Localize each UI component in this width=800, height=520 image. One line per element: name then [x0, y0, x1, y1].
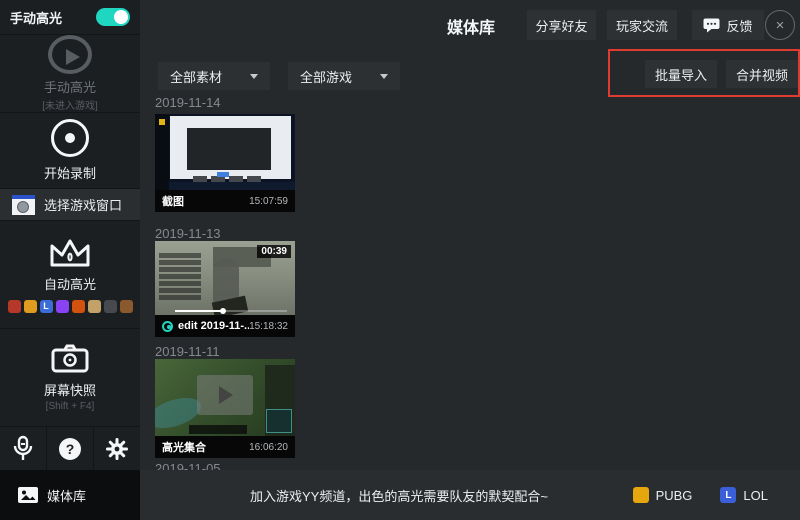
card-caption: edit 2019-11-... 15:18:32: [155, 315, 295, 337]
manual-highlight-label: 手动高光: [43, 80, 96, 95]
sidebar: 手动高光 手动高光 [未进入游戏] 开始录制 选择游戏窗口 自动高光 L 屏幕快…: [0, 0, 140, 470]
game-icon-crossfire: [71, 300, 85, 313]
supported-games-row: L: [7, 300, 133, 313]
tab-media-library[interactable]: 媒体库: [0, 470, 140, 520]
media-card-screenshot[interactable]: 截图 15:07:59: [155, 114, 295, 212]
auto-highlight-label: 自动高光: [43, 277, 96, 292]
footer-game-badges: PUBG L LOL: [632, 487, 800, 503]
media-time: 15:18:32: [249, 320, 288, 332]
progress-bar: [175, 308, 287, 314]
camera-icon: [51, 344, 89, 373]
material-filter-dropdown[interactable]: 全部素材: [158, 62, 270, 90]
gear-icon: [106, 437, 128, 460]
share-friends-button[interactable]: 分享好友: [527, 10, 596, 40]
merge-video-button[interactable]: 合并视频: [726, 60, 798, 88]
badge-lol[interactable]: L LOL: [720, 487, 768, 503]
game-icon-hearthstone: [87, 300, 101, 313]
badge-pubg[interactable]: PUBG: [632, 487, 693, 503]
media-time: 15:07:59: [249, 195, 288, 207]
chevron-down-icon: [380, 73, 388, 79]
pubg-icon: [632, 487, 649, 503]
game-filter-value: 全部游戏: [300, 69, 353, 85]
play-overlay-icon: [197, 375, 253, 415]
player-chat-button[interactable]: 玩家交流: [607, 10, 677, 40]
microphone-icon: [13, 435, 33, 460]
media-title: 高光集合: [162, 442, 206, 454]
microphone-button[interactable]: [0, 427, 46, 470]
game-icon-unknown: [103, 300, 117, 313]
manual-highlight-toggle-row: 手动高光: [0, 0, 140, 34]
chevron-down-icon: [250, 73, 258, 79]
minimap: [266, 409, 292, 433]
card-caption: 截图 15:07:59: [155, 190, 295, 212]
duration-badge: 00:39: [257, 245, 291, 258]
start-record-label: 开始录制: [43, 166, 96, 181]
settings-button[interactable]: [93, 427, 140, 470]
date-header: 2019-11-14: [155, 95, 221, 110]
page-title: 媒体库: [447, 20, 496, 37]
sidebar-item-screen-snapshot[interactable]: 屏幕快照 [Shift + F4]: [0, 328, 140, 426]
card-caption: 高光集合 16:06:20: [155, 436, 295, 458]
manual-highlight-toggle[interactable]: [96, 8, 130, 26]
select-game-window-label: 选择游戏窗口: [44, 198, 123, 213]
manual-highlight-status: [未进入游戏]: [42, 101, 98, 112]
game-icon-fortnite: [55, 300, 69, 313]
batch-import-button[interactable]: 批量导入: [645, 60, 717, 88]
game-icon-pubg: [23, 300, 37, 313]
game-filter-dropdown[interactable]: 全部游戏: [288, 62, 400, 90]
game-icon-warcraft: [119, 300, 133, 313]
media-time: 16:06:20: [249, 441, 288, 453]
media-title: edit 2019-11-...: [178, 320, 250, 332]
video-thumbnail: [155, 359, 295, 436]
app-window: 手动高光 手动高光 [未进入游戏] 开始录制 选择游戏窗口 自动高光 L 屏幕快…: [0, 0, 800, 520]
help-button[interactable]: ?: [46, 427, 93, 470]
date-header: 2019-11-11: [155, 344, 220, 359]
replay-play-icon: [48, 35, 92, 74]
lol-label: LOL: [743, 487, 768, 503]
material-filter-value: 全部素材: [170, 69, 223, 85]
screen-snapshot-hotkey: [Shift + F4]: [45, 401, 95, 412]
game-window-icon: [12, 194, 35, 215]
sidebar-item-select-game-window[interactable]: 选择游戏窗口: [0, 188, 140, 220]
footer-bar: 媒体库 加入游戏YY频道，出色的高光需要队友的默契配合~ PUBG L LOL: [0, 470, 800, 520]
sidebar-bottom-icons: ?: [0, 426, 140, 470]
lol-icon: L: [720, 487, 737, 503]
question-icon: ?: [59, 437, 81, 460]
crown-icon: [50, 239, 90, 267]
feedback-label: 反馈: [726, 18, 753, 34]
media-card-highlight[interactable]: 高光集合 16:06:20: [155, 359, 295, 458]
date-header: 2019-11-13: [155, 226, 221, 241]
toggle-knob: [114, 10, 128, 24]
pubg-label: PUBG: [655, 487, 693, 503]
media-title: 截图: [162, 196, 184, 208]
media-card-video[interactable]: 00:39 edit 2019-11-... 15:18:32: [155, 241, 295, 337]
game-icon-lol: L: [39, 300, 53, 313]
close-button[interactable]: ×: [765, 10, 795, 40]
sidebar-item-start-record[interactable]: 开始录制: [0, 112, 140, 188]
screen-snapshot-label: 屏幕快照: [43, 383, 96, 398]
sidebar-item-manual-highlight[interactable]: 手动高光 [未进入游戏]: [0, 34, 140, 112]
footer-message: 加入游戏YY频道，出色的高光需要队友的默契配合~: [250, 488, 548, 504]
close-icon: ×: [775, 16, 785, 34]
media-library-tab-label: 媒体库: [47, 488, 87, 504]
feedback-button[interactable]: 反馈: [692, 10, 764, 40]
sidebar-item-auto-highlight[interactable]: 自动高光 L: [0, 220, 140, 328]
play-status-icon: [162, 320, 173, 332]
feedback-chat-icon: [703, 18, 720, 32]
manual-highlight-toggle-label: 手动高光: [10, 10, 63, 26]
game-icon-dota2: [7, 300, 21, 313]
media-library-icon: [18, 487, 38, 503]
record-icon: [51, 119, 89, 157]
screenshot-thumbnail: [155, 114, 295, 190]
